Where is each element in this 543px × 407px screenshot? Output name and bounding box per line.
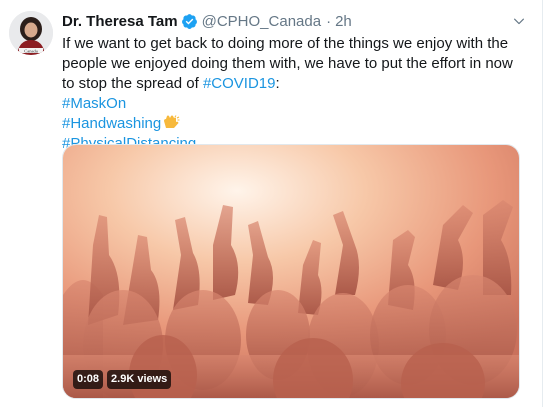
avatar-caption: Canada <box>24 49 38 54</box>
author-name[interactable]: Dr. Theresa Tam <box>62 13 178 30</box>
tweet-header: Dr. Theresa Tam @CPHO_Canada · 2h <box>62 11 352 31</box>
tweet-card[interactable]: Canada Dr. Theresa Tam @CPHO_Canada · 2h… <box>0 0 543 407</box>
video-views: 2.9K views <box>107 370 172 389</box>
video-badges: 0:08 2.9K views <box>73 370 172 389</box>
clapping-hands-icon <box>163 115 181 129</box>
tweet-timestamp[interactable]: 2h <box>335 13 352 30</box>
hashtag-handwashing-line: #Handwashing <box>62 114 524 134</box>
hashtag-maskon[interactable]: #MaskOn <box>62 94 524 114</box>
separator-dot: · <box>326 12 332 30</box>
avatar-image: Canada <box>9 11 53 55</box>
hashtag-handwashing[interactable]: #Handwashing <box>62 115 161 132</box>
video-thumbnail <box>63 145 519 398</box>
tweet-main-text: If we want to get back to doing more of … <box>62 35 513 92</box>
hashtag-covid19[interactable]: #COVID19 <box>203 75 276 92</box>
tweet-colon: : <box>275 75 280 92</box>
tweet-paragraph: If we want to get back to doing more of … <box>62 34 524 94</box>
chevron-down-icon[interactable] <box>510 12 528 30</box>
tweet-text: If we want to get back to doing more of … <box>62 34 524 154</box>
video-duration: 0:08 <box>73 370 104 389</box>
avatar[interactable]: Canada <box>9 11 53 55</box>
video-player[interactable]: 0:08 2.9K views <box>62 144 520 399</box>
verified-badge-icon <box>181 13 198 30</box>
author-handle[interactable]: @CPHO_Canada <box>202 13 321 30</box>
